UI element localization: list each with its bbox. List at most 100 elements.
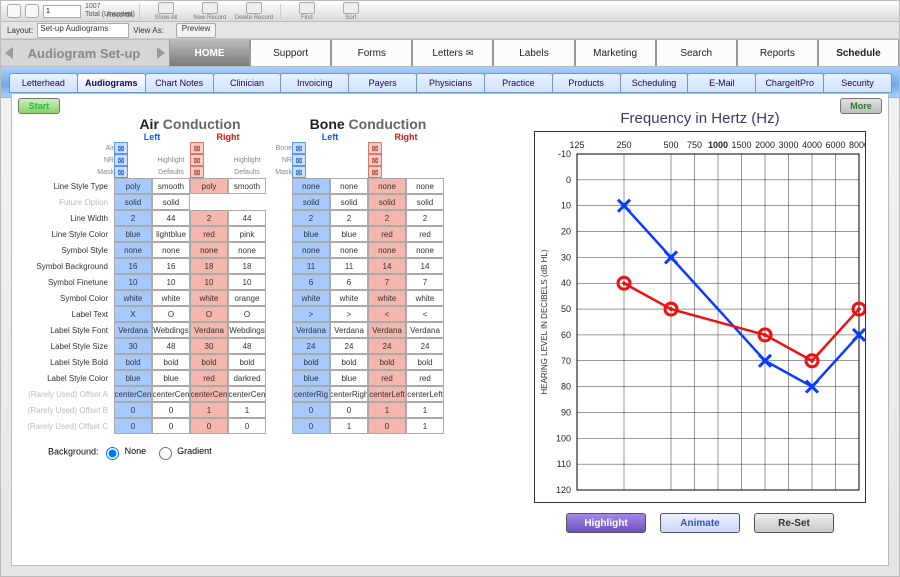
highlight-button[interactable]: Highlight — [566, 513, 646, 533]
setting-cell[interactable]: centerCen — [228, 386, 266, 402]
setting-cell[interactable]: O — [228, 306, 266, 322]
setting-cell[interactable]: 14 — [406, 258, 444, 274]
setting-cell[interactable]: X — [114, 306, 152, 322]
setting-cell[interactable]: poly — [114, 178, 152, 194]
setting-cell[interactable]: 24 — [406, 338, 444, 354]
setting-cell[interactable]: red — [406, 370, 444, 386]
setting-cell[interactable]: lightblue — [152, 226, 190, 242]
setting-cell[interactable]: Verdana — [292, 322, 330, 338]
setting-cell[interactable]: 48 — [228, 338, 266, 354]
tab-schedule[interactable]: Schedule — [818, 40, 899, 66]
setting-cell[interactable]: < — [406, 306, 444, 322]
tab-forms[interactable]: Forms — [331, 40, 412, 66]
setting-cell[interactable]: O — [190, 306, 228, 322]
forward-icon[interactable] — [25, 4, 39, 18]
setting-cell[interactable]: none — [368, 178, 406, 194]
setting-cell[interactable]: none — [190, 242, 228, 258]
tab-home[interactable]: HOME — [169, 40, 250, 66]
setting-cell[interactable]: 1 — [330, 418, 368, 434]
setting-cell[interactable]: orange — [228, 290, 266, 306]
tab-reports[interactable]: Reports — [737, 40, 818, 66]
setting-cell[interactable]: < — [368, 306, 406, 322]
layout-select[interactable]: Set-up Audiograms — [37, 23, 129, 38]
setting-cell[interactable]: solid — [292, 194, 330, 210]
setting-cell[interactable]: bold — [368, 354, 406, 370]
setting-cell[interactable]: smooth — [228, 178, 266, 194]
setting-cell[interactable]: none — [228, 242, 266, 258]
setting-cell[interactable]: 0 — [368, 418, 406, 434]
setting-cell[interactable]: 1 — [228, 402, 266, 418]
setting-cell[interactable]: 2 — [406, 210, 444, 226]
setting-cell[interactable]: centerCen — [152, 386, 190, 402]
setting-cell[interactable]: none — [406, 242, 444, 258]
setting-cell[interactable]: solid — [330, 194, 368, 210]
setting-cell[interactable]: 30 — [114, 338, 152, 354]
setting-cell[interactable]: white — [406, 290, 444, 306]
setting-cell[interactable]: blue — [330, 370, 368, 386]
setting-cell[interactable]: none — [368, 242, 406, 258]
setting-cell[interactable]: 0 — [228, 418, 266, 434]
setting-cell[interactable]: centerLeft — [406, 386, 444, 402]
back-icon[interactable] — [7, 4, 21, 18]
setting-cell[interactable]: bold — [228, 354, 266, 370]
setting-cell[interactable]: 0 — [190, 418, 228, 434]
subtab-scheduling[interactable]: Scheduling — [620, 73, 689, 93]
subtab-products[interactable]: Products — [552, 73, 621, 93]
setting-cell[interactable]: red — [190, 226, 228, 242]
setting-cell[interactable]: none — [330, 178, 368, 194]
setting-cell[interactable]: Verdana — [368, 322, 406, 338]
delete-record-button[interactable]: Delete Record — [234, 2, 274, 21]
setting-cell[interactable]: blue — [330, 226, 368, 242]
setting-cell[interactable]: 16 — [114, 258, 152, 274]
setting-cell[interactable]: Verdana — [114, 322, 152, 338]
subtab-physicians[interactable]: Physicians — [416, 73, 485, 93]
subtab-clinician[interactable]: Clinician — [213, 73, 282, 93]
setting-cell[interactable]: 11 — [330, 258, 368, 274]
setting-cell[interactable]: Webdings — [228, 322, 266, 338]
setting-cell[interactable]: 1 — [406, 402, 444, 418]
tab-support[interactable]: Support — [250, 40, 331, 66]
setting-cell[interactable]: 0 — [330, 402, 368, 418]
new-record-button[interactable]: New Record — [190, 2, 230, 21]
tab-marketing[interactable]: Marketing — [575, 40, 656, 66]
setting-cell[interactable]: 0 — [152, 418, 190, 434]
setting-cell[interactable]: none — [292, 178, 330, 194]
setting-cell[interactable]: 2 — [368, 210, 406, 226]
setting-cell[interactable]: solid — [152, 194, 190, 210]
setting-cell[interactable]: > — [330, 306, 368, 322]
setting-cell[interactable]: 0 — [152, 402, 190, 418]
setting-cell[interactable]: 44 — [152, 210, 190, 226]
setting-cell[interactable]: darkred — [228, 370, 266, 386]
setting-cell[interactable]: bold — [406, 354, 444, 370]
setting-cell[interactable]: blue — [292, 226, 330, 242]
setting-cell[interactable]: 2 — [190, 210, 228, 226]
setting-cell[interactable]: 6 — [292, 274, 330, 290]
setting-cell[interactable]: bold — [330, 354, 368, 370]
setting-cell[interactable]: 24 — [368, 338, 406, 354]
more-button[interactable]: More — [840, 98, 882, 114]
setting-cell[interactable]: solid — [368, 194, 406, 210]
setting-cell[interactable]: blue — [152, 370, 190, 386]
subtab-email[interactable]: E-Mail — [687, 73, 756, 93]
tab-search[interactable]: Search — [656, 40, 737, 66]
nav-right-icon[interactable] — [157, 47, 165, 59]
setting-cell[interactable]: centerLeft — [368, 386, 406, 402]
setting-cell[interactable]: none — [330, 242, 368, 258]
setting-cell[interactable]: centerCen — [190, 386, 228, 402]
subtab-security[interactable]: Security — [823, 73, 892, 93]
animate-button[interactable]: Animate — [660, 513, 740, 533]
setting-cell[interactable]: 10 — [190, 274, 228, 290]
subtab-payers[interactable]: Payers — [348, 73, 417, 93]
tab-letters[interactable]: Letters✉ — [412, 40, 493, 66]
setting-cell[interactable]: solid — [114, 194, 152, 210]
setting-cell[interactable]: white — [368, 290, 406, 306]
setting-cell[interactable]: 0 — [114, 418, 152, 434]
reset-button[interactable]: Re-Set — [754, 513, 834, 533]
setting-cell[interactable]: blue — [292, 370, 330, 386]
setting-cell[interactable]: white — [152, 290, 190, 306]
setting-cell[interactable]: poly — [190, 178, 228, 194]
subtab-practice[interactable]: Practice — [484, 73, 553, 93]
bg-none-radio[interactable]: None — [101, 446, 146, 456]
show-all-button[interactable]: Show All — [146, 2, 186, 21]
subtab-chart-notes[interactable]: Chart Notes — [145, 73, 214, 93]
